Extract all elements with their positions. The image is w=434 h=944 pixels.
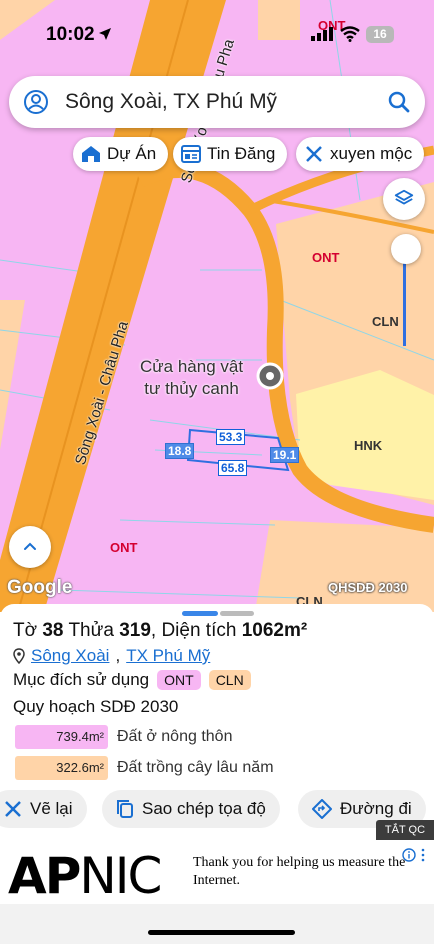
google-logo: Google: [7, 577, 73, 598]
directions-icon: [312, 799, 332, 819]
clock: 10:02: [46, 24, 95, 45]
town-link[interactable]: TX Phú Mỹ: [126, 646, 210, 666]
zone-label-ont: ONT: [312, 250, 340, 265]
purpose-tag-ont: ONT: [157, 670, 201, 690]
ad-text: Thank you for helping us measure the Int…: [193, 855, 406, 888]
plot-label: Thửa: [68, 620, 114, 641]
ad-logo-bold: AP: [8, 847, 81, 905]
opacity-slider-knob[interactable]: [391, 234, 421, 264]
zone-label-hnk: HNK: [354, 438, 383, 453]
poi-label-line: Cửa hàng vật: [140, 357, 244, 376]
copy-coordinates-label: Sao chép tọa độ: [142, 799, 266, 818]
home-indicator[interactable]: [148, 930, 295, 935]
copy-coordinates-button[interactable]: Sao chép tọa độ: [102, 790, 280, 828]
sheet-label: Tờ: [13, 620, 38, 641]
chip-label: Dự Án: [107, 144, 157, 163]
listing-icon: [181, 145, 201, 163]
ad-logo-light: NIC: [79, 847, 162, 905]
zone-label-cln: CLN: [372, 314, 399, 329]
area-type-label: Đất ở nông thôn: [117, 728, 233, 745]
purpose-label: Mục đích sử dụng: [13, 670, 150, 689]
plot-number: 319: [119, 620, 151, 641]
parcel-title: Tờ 38 Thửa 319, Diện tích 1062m²: [13, 620, 307, 642]
battery-indicator: 16: [366, 26, 394, 43]
chip-du-an[interactable]: Dự Án: [73, 137, 169, 171]
house-icon: [82, 146, 100, 162]
area-breakdown-row: 322.6m² Đất trồng cây lâu năm: [15, 756, 274, 780]
location-pin-icon: [13, 648, 25, 664]
purpose-tag-cln: CLN: [208, 670, 251, 690]
ward-link[interactable]: Sông Xoài: [31, 646, 109, 666]
ad-banner[interactable]: APNIC Thank you for helping us measure t…: [0, 840, 434, 904]
chip-tin-dang[interactable]: Tin Đăng: [173, 137, 288, 171]
expand-panel-button[interactable]: [9, 526, 51, 568]
poi-label-line: tư thủy canh: [144, 379, 239, 398]
user-icon[interactable]: [23, 89, 49, 115]
chip-xuyen-moc[interactable]: xuyen mộc: [296, 137, 425, 171]
bottom-safe-area: [0, 904, 434, 944]
search-icon[interactable]: [387, 90, 411, 114]
dimension-bottom: 65.8: [218, 460, 248, 476]
close-ad-button[interactable]: TẮT QC: [376, 820, 434, 840]
redraw-label: Vẽ lại: [30, 799, 73, 818]
zone-label-ont: ONT: [110, 540, 138, 555]
layer-tag: QHSDĐ 2030: [328, 580, 408, 595]
search-input[interactable]: [65, 86, 375, 118]
wifi-icon: [340, 26, 360, 42]
land-use-purpose: Mục đích sử dụng ONT CLN: [13, 670, 251, 690]
parcel-address: Sông Xoài, TX Phú Mỹ: [13, 646, 210, 666]
signal-icon: [311, 27, 333, 41]
dimension-right: 19.1: [270, 447, 300, 463]
area-value-box: 739.4m²: [15, 725, 108, 749]
directions-label: Đường đi: [340, 799, 412, 818]
area-type-label: Đất trồng cây lâu năm: [117, 759, 274, 776]
tools-icon: [306, 146, 322, 162]
chip-label: xuyen mộc: [330, 144, 413, 163]
ad-info-icon[interactable]: [402, 848, 426, 862]
chevron-up-icon: [24, 542, 36, 550]
ad-logo: APNIC: [8, 847, 162, 905]
layers-icon: [394, 189, 414, 205]
search-bar[interactable]: [9, 76, 425, 128]
panel-page-indicator-active[interactable]: [182, 611, 218, 616]
layers-button[interactable]: [383, 178, 425, 220]
copy-icon: [117, 800, 133, 818]
chip-label: Tin Đăng: [207, 144, 276, 163]
separator: ,: [115, 646, 121, 665]
area-label: Diện tích: [161, 620, 237, 641]
area-breakdown-row: 739.4m² Đất ở nông thôn: [15, 725, 232, 749]
poi-label[interactable]: Cửa hàng vật tư thủy canh: [140, 356, 243, 400]
status-bar: 10:02 16: [0, 0, 434, 60]
area-value: 1062m²: [241, 620, 308, 641]
tools-icon: [5, 801, 21, 817]
sheet-number: 38: [42, 620, 64, 641]
dimension-top: 53.3: [216, 429, 246, 445]
panel-page-indicator[interactable]: [220, 611, 254, 616]
opacity-slider-track[interactable]: [403, 262, 406, 346]
area-value-box: 322.6m²: [15, 756, 108, 780]
plan-title: Quy hoạch SDĐ 2030: [13, 697, 179, 716]
redraw-button[interactable]: Vẽ lại: [0, 790, 87, 828]
separator: ,: [150, 620, 157, 641]
location-arrow-icon: [99, 28, 111, 40]
dimension-left: 18.8: [165, 443, 195, 459]
